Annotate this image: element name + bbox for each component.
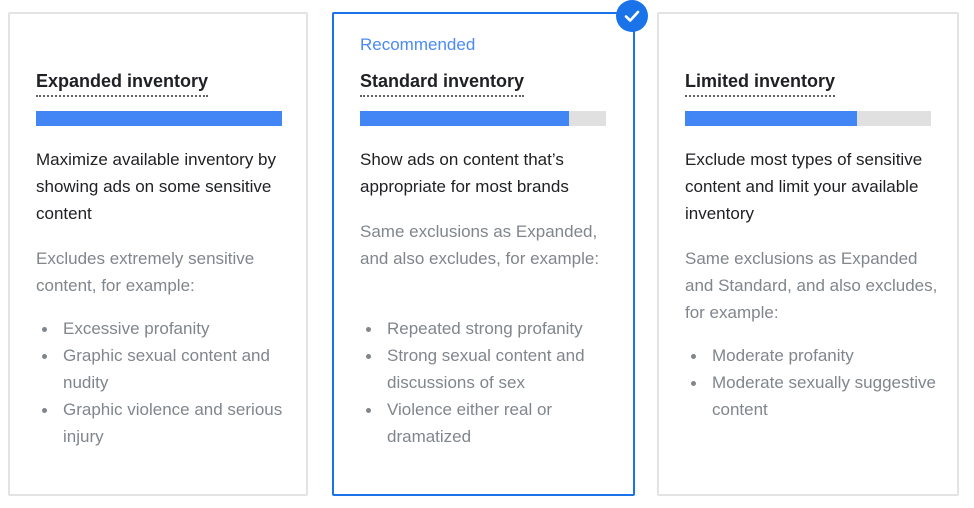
card-note: Excludes extremely sensitive content, fo… xyxy=(36,249,255,295)
card-standard-inventory[interactable]: Recommended Standard inventory Show ads … xyxy=(332,12,635,496)
inventory-level-bar xyxy=(36,111,282,126)
examples-list: Repeated strong profanity Strong sexual … xyxy=(360,315,620,450)
examples-list: Excessive profanity Graphic sexual conte… xyxy=(36,315,296,450)
list-item: Moderate profanity xyxy=(685,342,945,369)
card-headline: Maximize available inventory by showing … xyxy=(36,150,276,223)
card-note: Same exclusions as Expanded and Standard… xyxy=(685,249,938,322)
card-title[interactable]: Standard inventory xyxy=(360,71,525,97)
inventory-level-bar xyxy=(685,111,931,126)
card-headline: Show ads on content that’s appropriate f… xyxy=(360,150,569,196)
card-expanded-inventory[interactable]: Expanded inventory Maximize available in… xyxy=(8,12,308,496)
card-title[interactable]: Expanded inventory xyxy=(36,71,209,97)
card-note: Same exclusions as Expanded, and also ex… xyxy=(360,222,600,268)
recommended-label: Recommended xyxy=(360,35,476,54)
list-item: Graphic sexual content and nudity xyxy=(36,342,296,396)
inventory-level-fill xyxy=(36,111,282,126)
list-item: Strong sexual content and discussions of… xyxy=(360,342,620,396)
card-title[interactable]: Limited inventory xyxy=(685,71,836,97)
list-item: Excessive profanity xyxy=(36,315,296,342)
list-item: Graphic violence and serious injury xyxy=(36,396,296,450)
inventory-level-bar xyxy=(360,111,606,126)
list-item: Repeated strong profanity xyxy=(360,315,620,342)
card-limited-inventory[interactable]: Limited inventory Exclude most types of … xyxy=(657,12,959,496)
list-item: Moderate sexually suggestive content xyxy=(685,369,945,423)
inventory-level-fill xyxy=(685,111,858,126)
examples-list: Moderate profanity Moderate sexually sug… xyxy=(685,342,945,423)
check-icon xyxy=(616,0,648,32)
list-item: Violence either real or dramatized xyxy=(360,396,620,450)
card-headline: Exclude most types of sensitive content … xyxy=(685,150,923,223)
inventory-level-fill xyxy=(360,111,570,126)
